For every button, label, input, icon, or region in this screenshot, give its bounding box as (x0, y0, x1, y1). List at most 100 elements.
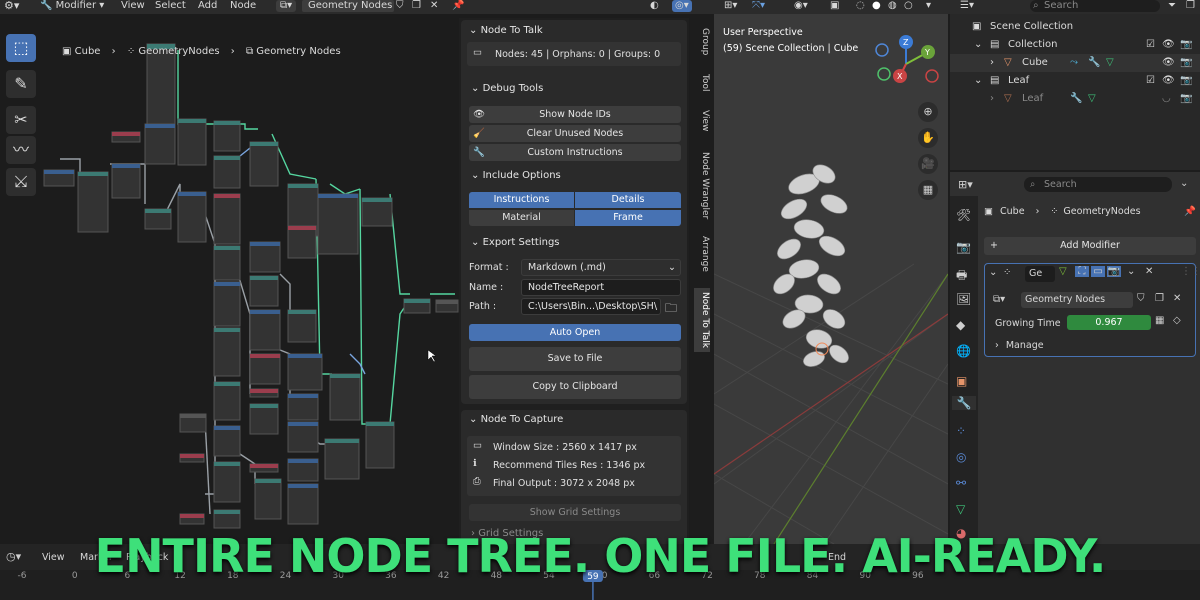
graph-node[interactable] (361, 197, 393, 227)
modifier-tab-icon[interactable]: 🔧 (952, 396, 976, 410)
graph-node[interactable] (365, 421, 395, 469)
graph-node[interactable] (249, 275, 279, 307)
camera-icon[interactable]: 📷 (1180, 90, 1192, 108)
tool-tab-icon[interactable]: 🛠 (956, 208, 971, 222)
render-tab-icon[interactable]: 📷 (956, 240, 971, 254)
shading-wire-icon[interactable]: ◌ (856, 0, 865, 12)
close-icon[interactable]: ✕ (1145, 266, 1153, 277)
clear-unused-nodes-button[interactable]: 🧹 Clear Unused Nodes (469, 125, 681, 142)
shading-solid-icon[interactable]: ● (872, 0, 881, 12)
keyframe-icon[interactable]: ◇ (1173, 315, 1181, 326)
growing-time-field[interactable]: 0.967 (1067, 315, 1151, 330)
camera-icon[interactable]: 📷 (1180, 36, 1192, 54)
node-tree-name-field[interactable]: Geometry Nodes (302, 0, 394, 12)
grid-projection-icon[interactable]: ▦ (918, 180, 938, 200)
graph-node[interactable] (287, 225, 317, 259)
checkbox-icon[interactable]: ☑ (1146, 36, 1155, 54)
save-to-file-button[interactable]: Save to File (469, 347, 681, 371)
hand-pan-icon[interactable]: ✋ (918, 128, 938, 148)
close-icon[interactable]: ✕ (430, 0, 438, 12)
include-options-header[interactable]: ⌄ Include Options (471, 170, 561, 181)
modifier-name-field[interactable]: Ge (1025, 266, 1055, 282)
viewport-overlay-icon[interactable]: ◉▾ (794, 0, 808, 12)
graph-node[interactable] (177, 118, 207, 166)
eye-icon[interactable]: 👁 (1162, 72, 1175, 90)
show-grid-settings-button[interactable]: Show Grid Settings (469, 504, 681, 521)
scene-tab-icon[interactable]: ◆ (956, 318, 965, 332)
debug-tools-header[interactable]: ⌄ Debug Tools (471, 83, 543, 94)
zoom-icon[interactable]: ⊕ (918, 102, 938, 122)
breadcrumb-item[interactable]: Cube (75, 46, 101, 57)
fake-user-shield-icon[interactable]: ⛉ (1137, 293, 1145, 304)
graph-node[interactable] (177, 191, 207, 243)
path-field[interactable]: C:\Users\Bin...\Desktop\SH\ (521, 298, 661, 315)
name-field[interactable]: NodeTreeReport (521, 279, 681, 296)
realtime-icon[interactable]: ▭ (1091, 266, 1105, 277)
graph-node[interactable] (249, 141, 279, 187)
copy-to-clipboard-button[interactable]: Copy to Clipboard (469, 375, 681, 399)
overlay-icon[interactable]: ◐ (650, 0, 659, 12)
node-group-field[interactable]: Geometry Nodes (1021, 292, 1133, 308)
tab-view[interactable]: View (694, 110, 710, 131)
menu-view[interactable]: View (121, 0, 145, 12)
auto-open-toggle[interactable]: Auto Open (469, 324, 681, 341)
graph-node[interactable] (329, 373, 361, 421)
camera-icon[interactable]: 📷 (1180, 72, 1192, 90)
panel-title[interactable]: ⌄ Node To Talk (469, 25, 543, 36)
duplicate-icon[interactable]: ❐ (412, 0, 421, 12)
tab-node-to-talk[interactable]: Node To Talk (694, 288, 710, 352)
link-tool-icon[interactable]: ⤩ (6, 168, 36, 196)
outliner-row-cube[interactable]: › ▽ Cube ⤳ 🔧 ▽ 👁 📷 (950, 54, 1200, 72)
annotate-tool-icon[interactable]: ✎ (6, 70, 36, 98)
editor-type-icon[interactable]: ⚙▾ (4, 0, 19, 12)
include-instructions-toggle[interactable]: Instructions (469, 192, 574, 208)
include-material-toggle[interactable]: Material (469, 210, 574, 226)
constraints-tab-icon[interactable]: ⚯ (956, 476, 966, 490)
camera-icon[interactable]: 🎥 (918, 154, 938, 174)
snap-icon[interactable]: ◎▾ (672, 0, 692, 12)
outliner-search-input[interactable]: ⌕ Search (1030, 0, 1160, 12)
menu-add[interactable]: Add (198, 0, 217, 12)
shading-rendered-icon[interactable]: ○ (904, 0, 913, 12)
graph-node[interactable] (249, 309, 281, 351)
graph-node[interactable] (213, 120, 241, 152)
outliner-row-collection[interactable]: ⌄ ▤ Collection ☑ 👁 📷 (950, 36, 1200, 54)
include-frame-toggle[interactable]: Frame (575, 210, 681, 226)
new-collection-icon[interactable]: ❐ (1186, 0, 1195, 12)
folder-icon[interactable]: 🗀 (665, 299, 677, 320)
breadcrumb-item[interactable]: GeometryNodes (138, 46, 219, 57)
close-icon[interactable]: ✕ (1173, 293, 1181, 304)
graph-node[interactable] (249, 241, 281, 273)
camera-icon[interactable]: 📷 (1180, 54, 1192, 72)
graph-node[interactable] (213, 245, 241, 281)
graph-node[interactable] (287, 483, 319, 525)
plant-model[interactable] (770, 161, 852, 369)
data-tab-icon[interactable]: ▽ (956, 502, 965, 516)
pin-icon[interactable]: 📌 (452, 0, 464, 12)
graph-node[interactable] (213, 425, 241, 457)
graph-node[interactable] (317, 193, 359, 255)
graph-node[interactable] (287, 309, 317, 343)
graph-node[interactable] (324, 438, 360, 480)
eye-icon[interactable]: 👁 (1162, 54, 1175, 72)
add-modifier-button[interactable]: + Add Modifier (984, 237, 1196, 255)
tab-node-wrangler[interactable]: Node Wrangler (694, 152, 710, 219)
graph-node[interactable] (254, 478, 282, 520)
shading-material-icon[interactable]: ◍ (888, 0, 897, 12)
navigation-gizmo[interactable]: Z Y X (875, 35, 939, 83)
panel-title[interactable]: ⌄ Node To Capture (469, 414, 563, 425)
custom-instructions-button[interactable]: 🔧 Custom Instructions (469, 144, 681, 161)
format-dropdown[interactable]: Markdown (.md) ⌄ (521, 259, 681, 276)
tab-group[interactable]: Group (694, 28, 710, 55)
xray-icon[interactable]: ▣ (830, 0, 839, 12)
include-details-toggle[interactable]: Details (575, 192, 681, 208)
3d-viewport[interactable]: User Perspective (59) Scene Collection |… (714, 14, 948, 544)
cut-links-tool-icon[interactable]: ✂ (6, 106, 36, 134)
viewport-editor-icon[interactable]: ⊞▾ (724, 0, 737, 12)
show-node-ids-button[interactable]: 👁 Show Node IDs (469, 106, 681, 123)
graph-node[interactable] (287, 353, 323, 391)
world-tab-icon[interactable]: 🌐 (956, 344, 971, 358)
edit-mode-icon[interactable]: ▽ (1059, 266, 1067, 277)
duplicate-icon[interactable]: ❐ (1155, 293, 1164, 304)
checkbox-icon[interactable]: ☑ (1146, 72, 1155, 90)
